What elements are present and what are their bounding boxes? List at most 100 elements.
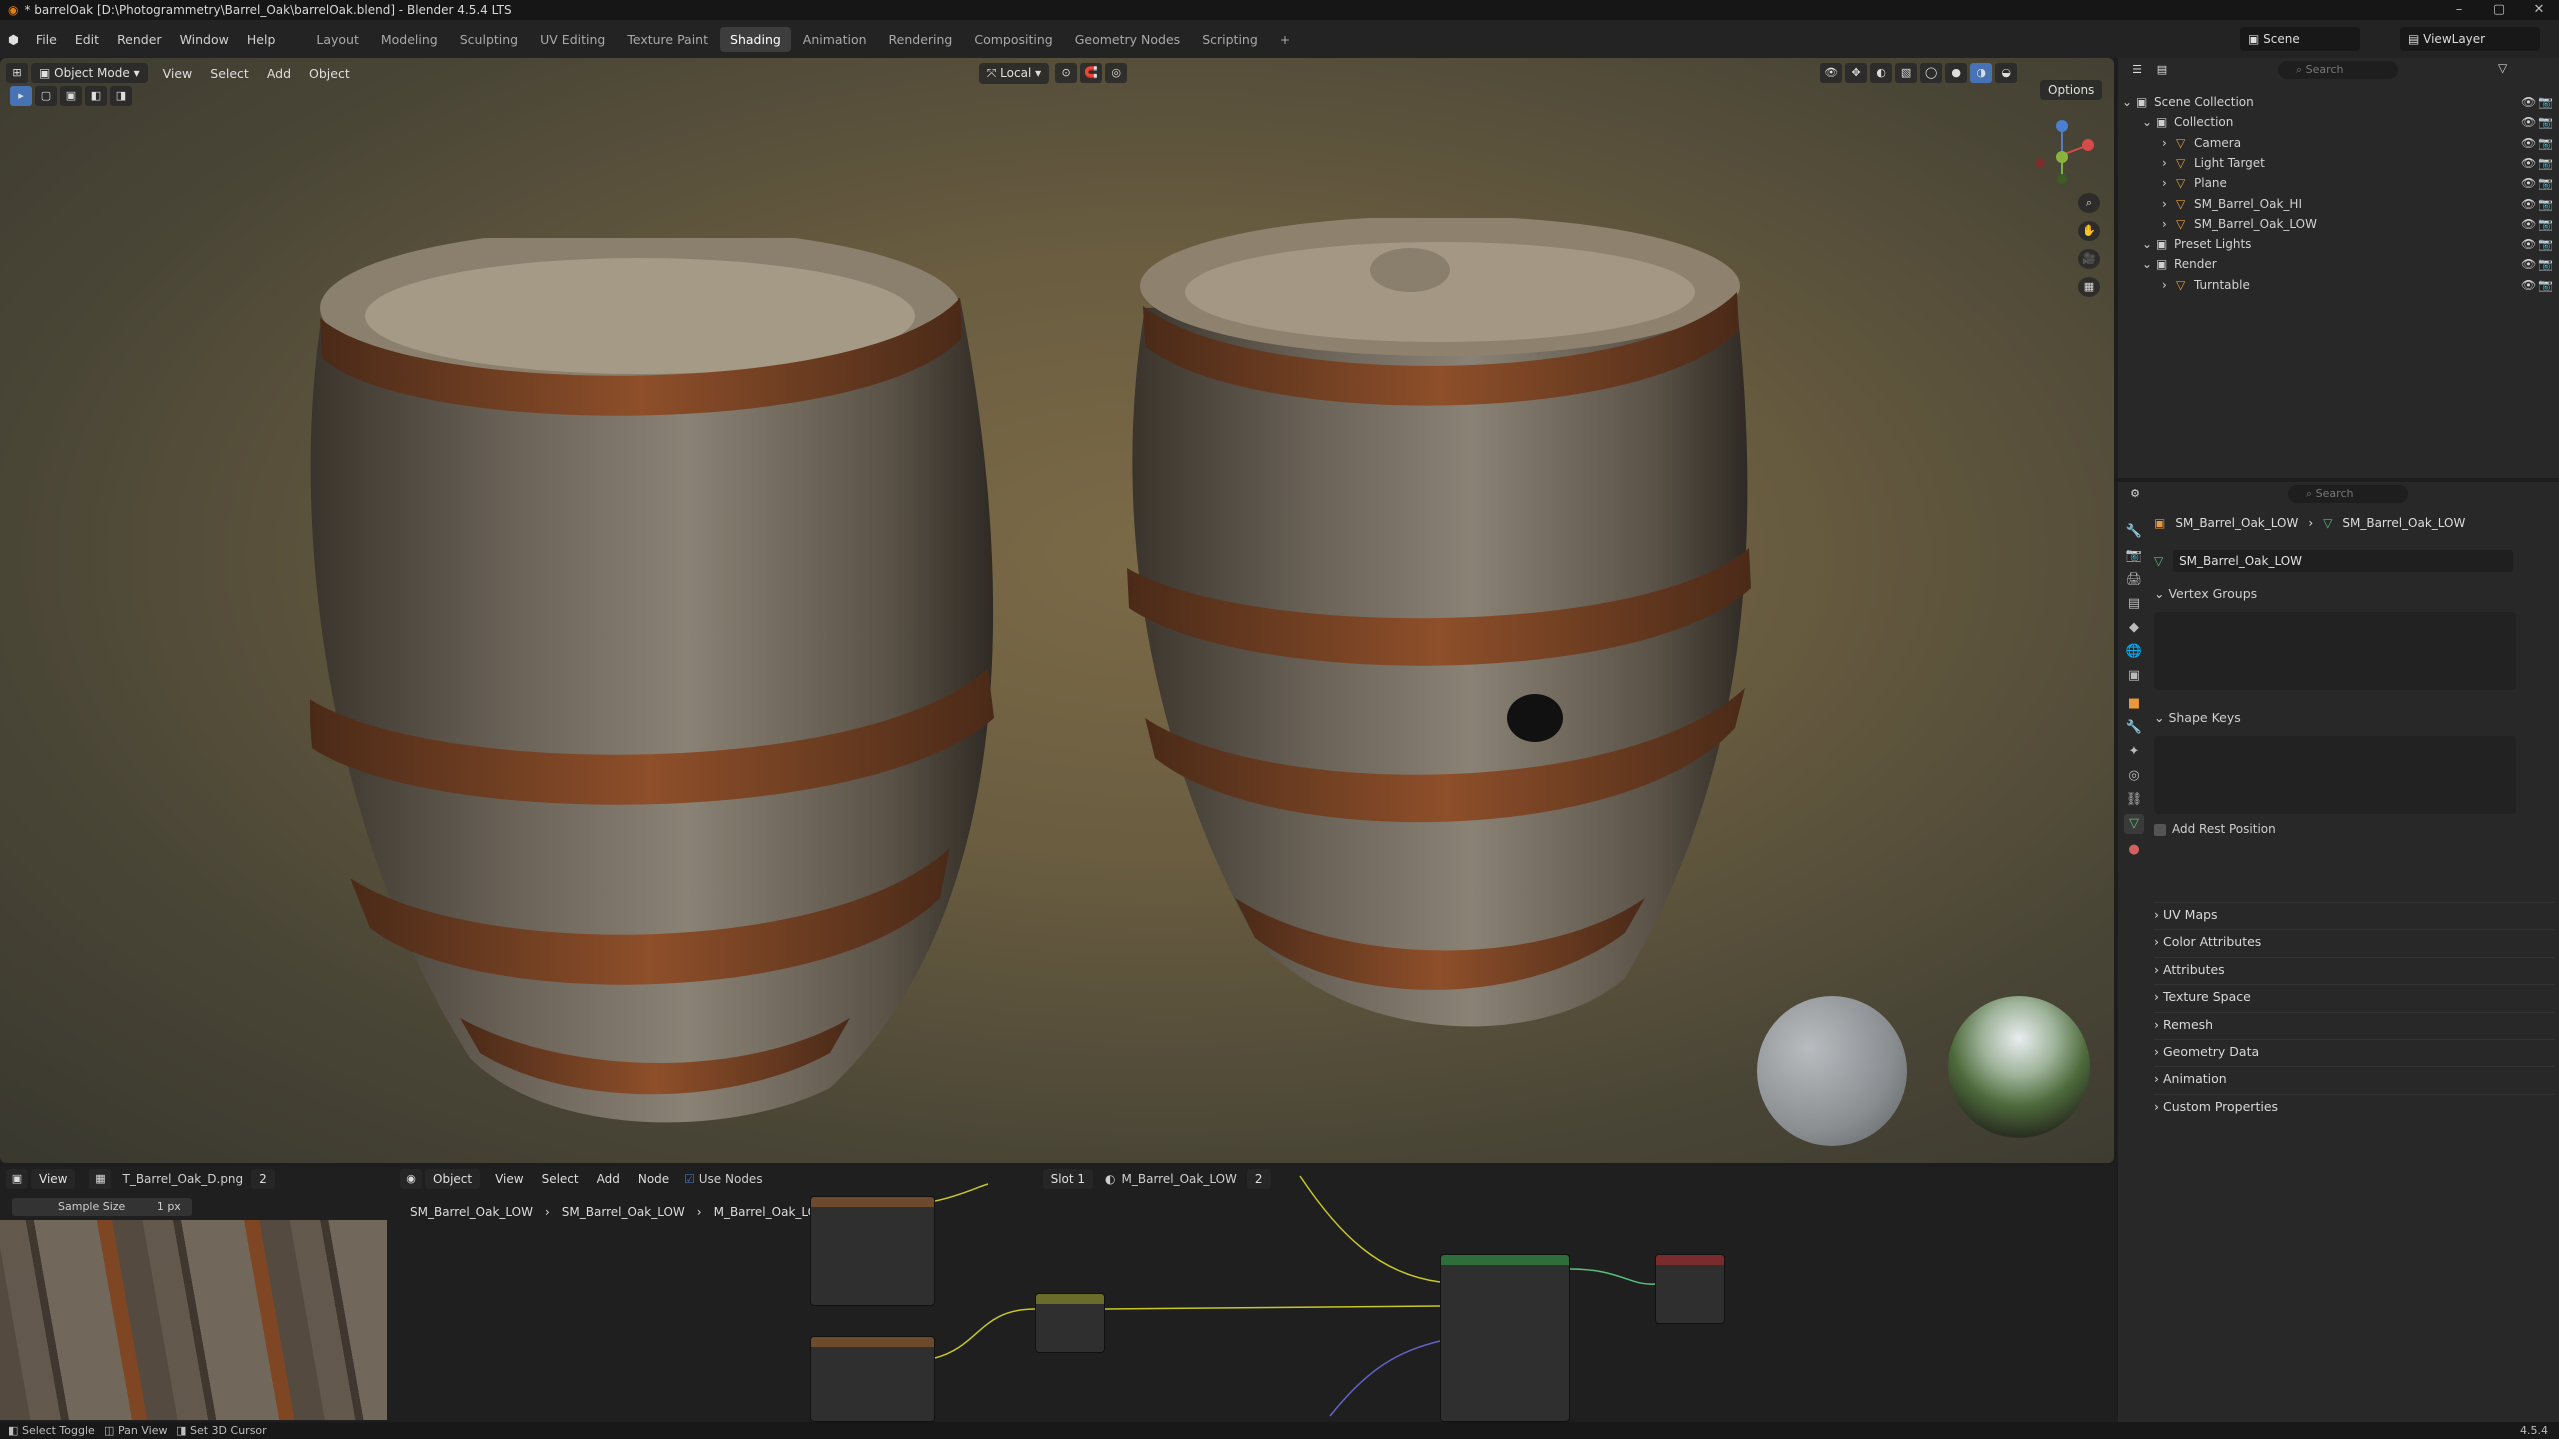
viewlayer-selector[interactable]: ▤ ViewLayer [2400,27,2540,51]
outliner-expand-icon[interactable]: ⌄ [2122,92,2132,112]
tab-rendering[interactable]: Rendering [879,27,963,52]
minimize-button[interactable]: – [2439,0,2479,20]
outliner-expand-icon[interactable]: › [2162,153,2167,173]
eye-icon[interactable]: 👁 [2521,254,2536,274]
physics-tab-icon[interactable]: ◎ [2124,766,2144,786]
viewport-menu-select[interactable]: Select [201,63,258,84]
render-camera-icon[interactable]: 📷 [2538,254,2553,274]
menu-edit[interactable]: Edit [66,32,108,47]
vertex-groups-panel[interactable]: ⌄ Vertex Groups [2154,582,2554,690]
modifier-tab-icon[interactable]: 🔧 [2124,718,2144,738]
properties-subpanel[interactable]: › Remesh [2154,1011,2554,1036]
maximize-button[interactable]: ▢ [2479,0,2519,20]
menu-help[interactable]: Help [238,32,285,47]
scene-selector[interactable]: ▣ Scene [2240,27,2360,51]
render-camera-icon[interactable]: 📷 [2538,194,2553,214]
properties-subpanel[interactable]: › Color Attributes [2154,929,2554,953]
vertex-groups-list[interactable] [2154,612,2516,690]
properties-subpanel[interactable]: › Custom Properties [2154,1093,2554,1118]
properties-subpanel[interactable]: › UV Maps [2154,902,2554,926]
bright-contrast-node[interactable] [1035,1293,1105,1353]
constraints-tab-icon[interactable]: ⛓ [2124,790,2144,810]
image-texture-node-color[interactable] [810,1196,935,1306]
wireframe-shading-icon[interactable]: ◯ [1920,63,1943,83]
outliner-row[interactable]: › ▽ Light Target 👁 📷 [2118,153,2559,173]
outliner-row[interactable]: › ▽ Camera 👁 📷 [2118,133,2559,153]
barrel-oak-low[interactable] [1125,218,1755,1048]
select-invert-icon[interactable]: ◨ [110,86,132,106]
tool-tab-icon[interactable]: 🔧 [2124,522,2144,542]
rendered-shading-icon[interactable]: ◒ [1995,63,2018,83]
eye-icon[interactable]: 👁 [2521,92,2536,112]
solid-shading-icon[interactable]: ● [1945,63,1968,83]
eye-icon[interactable]: 👁 [2521,112,2536,132]
xray-icon[interactable]: ▧ [1895,63,1918,83]
blender-menu-icon[interactable]: ⬢ [0,32,27,47]
eye-icon[interactable]: 👁 [2521,194,2536,214]
output-tab-icon[interactable]: 🖨 [2124,570,2144,590]
properties-search-input[interactable]: ⌕ Search [2288,485,2408,503]
outliner-editor-icon[interactable]: ☰ [2126,60,2148,80]
viewport-menu-view[interactable]: View [154,63,202,84]
properties-editor-icon[interactable]: ⚙ [2124,484,2146,504]
menu-window[interactable]: Window [171,32,238,47]
3d-viewport[interactable]: ⊞ ▣ Object Mode ▾ View Select Add Object… [0,58,2114,1163]
tab-shading[interactable]: Shading [720,26,791,52]
material-tab-icon[interactable]: ● [2124,840,2144,860]
checkbox-icon[interactable] [2154,823,2166,836]
select-tool-icon[interactable]: ▸ [10,86,32,106]
outliner-row[interactable]: › ▽ SM_Barrel_Oak_HI 👁 📷 [2118,194,2559,214]
outliner-row[interactable]: ⌄ ▣ Collection 👁 📷 [2118,112,2559,132]
outliner-row[interactable]: › ▽ SM_Barrel_Oak_LOW 👁 📷 [2118,214,2559,234]
navigation-gizmo[interactable] [2020,113,2100,193]
viewport-menu-object[interactable]: Object [300,63,359,84]
object-tab-icon[interactable]: ■ [2124,694,2144,714]
options-button[interactable]: Options [2040,80,2103,100]
tab-modeling[interactable]: Modeling [371,27,448,52]
visibility-icon[interactable]: 👁 [1820,63,1843,83]
render-camera-icon[interactable]: 📷 [2538,234,2553,254]
tab-layout[interactable]: Layout [306,27,369,52]
proportional-edit-icon[interactable]: ◎ [1105,63,1128,83]
mode-dropdown[interactable]: ▣ Object Mode ▾ [31,63,148,83]
render-tab-icon[interactable]: 📷 [2124,546,2144,566]
select-subtract-icon[interactable]: ◧ [85,86,107,106]
eye-icon[interactable]: 👁 [2521,214,2536,234]
eye-icon[interactable]: 👁 [2521,153,2536,173]
close-button[interactable]: ✕ [2519,0,2559,20]
eye-icon[interactable]: 👁 [2521,275,2536,295]
pivot-icon[interactable]: ⊙ [1055,63,1078,83]
add-rest-position-row[interactable]: Add Rest Position [2154,822,2554,836]
outliner-expand-icon[interactable]: › [2162,133,2167,153]
zoom-icon[interactable]: ⌕ [2078,193,2100,213]
camera-view-icon[interactable]: 🎥 [2078,249,2100,269]
render-camera-icon[interactable]: 📷 [2538,153,2553,173]
render-camera-icon[interactable]: 📷 [2538,112,2553,132]
render-camera-icon[interactable]: 📷 [2538,173,2553,193]
tab-sculpting[interactable]: Sculpting [450,27,528,52]
outliner-row[interactable]: › ▽ Plane 👁 📷 [2118,173,2559,193]
outliner-row[interactable]: ⌄ ▣ Scene Collection 👁 📷 [2118,92,2559,112]
render-camera-icon[interactable]: 📷 [2538,214,2553,234]
properties-subpanel[interactable]: › Geometry Data [2154,1039,2554,1063]
material-output-node[interactable] [1655,1254,1725,1324]
menu-file[interactable]: File [27,32,66,47]
material-shading-icon[interactable]: ◑ [1970,63,1993,83]
gizmo-icon[interactable]: ✥ [1845,63,1868,83]
tab-animation[interactable]: Animation [793,27,877,52]
editor-type-icon[interactable]: ⊞ [6,63,28,83]
select-extend-icon[interactable]: ▣ [60,86,82,106]
data-tab-icon[interactable]: ▽ [2124,814,2144,834]
tab-uv-editing[interactable]: UV Editing [530,27,615,52]
eye-icon[interactable]: 👁 [2521,173,2536,193]
particles-tab-icon[interactable]: ✦ [2124,742,2144,762]
collection-tab-icon[interactable]: ▣ [2124,666,2144,686]
outliner-search-input[interactable]: ⌕ Search [2278,61,2398,79]
scene-tab-icon[interactable]: ◆ [2124,618,2144,638]
mesh-name-field[interactable]: ▽ SM_Barrel_Oak_LOW [2154,550,2549,572]
outliner-row[interactable]: ⌄ ▣ Render 👁 📷 [2118,254,2559,274]
render-camera-icon[interactable]: 📷 [2538,275,2553,295]
properties-subpanel[interactable]: › Texture Space [2154,984,2554,1008]
properties-subpanel[interactable]: › Attributes [2154,956,2554,981]
outliner-expand-icon[interactable]: ⌄ [2142,254,2152,274]
